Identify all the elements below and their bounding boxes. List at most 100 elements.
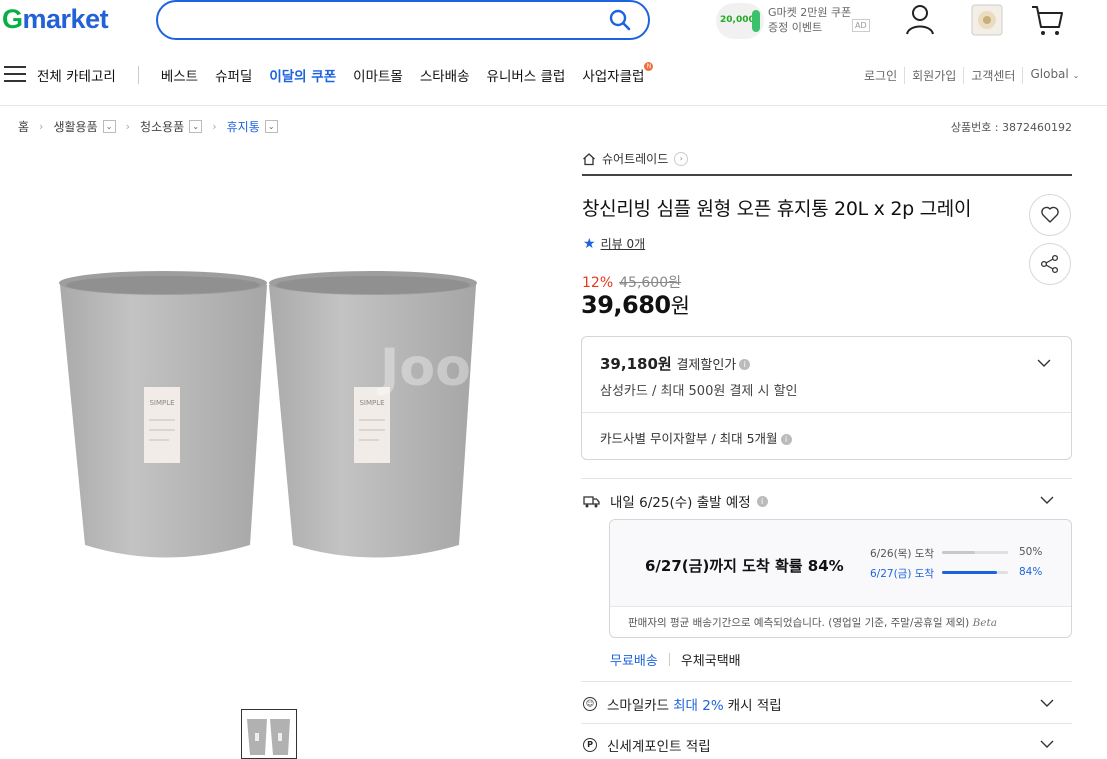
customer-center-link[interactable]: 고객센터 bbox=[963, 67, 1022, 84]
svg-text:SIMPLE: SIMPLE bbox=[359, 399, 384, 407]
divider bbox=[668, 653, 670, 666]
search-icon[interactable] bbox=[608, 8, 632, 32]
carrier-name: 우체국택배 bbox=[680, 654, 741, 669]
breadcrumb-item[interactable]: 청소용품 bbox=[140, 118, 184, 135]
truck-icon bbox=[583, 495, 600, 507]
product-title: 창신리빙 심플 원형 오픈 휴지통 20L x 2p 그레이 bbox=[582, 198, 972, 220]
chevron-right-icon: › bbox=[39, 120, 44, 133]
chevron-right-icon: › bbox=[212, 120, 217, 133]
wishlist-button[interactable] bbox=[1029, 194, 1071, 236]
gmarket-logo[interactable]: Gmarket bbox=[2, 4, 109, 35]
beta-label: Beta bbox=[972, 617, 997, 629]
chevron-right-icon: › bbox=[125, 120, 131, 133]
discount-row: 12% 45,600원 bbox=[582, 272, 681, 292]
share-icon bbox=[1040, 254, 1059, 274]
sale-price: 39,680원 bbox=[581, 291, 690, 319]
product-thumbnail[interactable] bbox=[241, 709, 297, 759]
shinsegae-point-row[interactable]: P 신세계포인트 적립 bbox=[583, 735, 711, 755]
global-link[interactable]: Global ⌄ bbox=[1022, 67, 1086, 84]
breadcrumb-item-current[interactable]: 휴지통 bbox=[227, 118, 260, 135]
seller-shop-link[interactable]: 슈어트레이드 › bbox=[582, 150, 689, 167]
watermark: Joo bbox=[377, 338, 471, 398]
nav-emart-mall[interactable]: 이마트몰 bbox=[353, 65, 403, 85]
review-count: 리뷰 0개 bbox=[600, 237, 646, 251]
product-main-image[interactable]: SIMPLE SIMPLE Joo bbox=[55, 265, 480, 565]
chevron-right-icon: › bbox=[674, 151, 689, 166]
delivery-estimate-box: 6/27(금)까지 도착 확률 84% 6/26(목) 도착 50% 6/27(… bbox=[609, 519, 1072, 638]
delivery-option-row: 무료배송 우체국택배 bbox=[610, 650, 741, 669]
svg-text:SIMPLE: SIMPLE bbox=[149, 399, 174, 407]
nav-divider bbox=[137, 66, 139, 84]
smile-card-reward-row[interactable]: ☺ 스마일카드 최대 2% 캐시 적립 bbox=[583, 694, 782, 714]
user-icon[interactable] bbox=[903, 2, 937, 36]
nav-best[interactable]: 베스트 bbox=[161, 65, 198, 85]
breadcrumb: 홈 › 생활용품 ⌄ › 청소용품 ⌄ › 휴지통 ⌄ bbox=[18, 118, 278, 135]
breadcrumb-home[interactable]: 홈 bbox=[18, 118, 29, 135]
breadcrumb-item[interactable]: 생활용품 bbox=[53, 118, 97, 135]
hamburger-menu-icon[interactable] bbox=[4, 66, 26, 84]
info-icon[interactable]: i bbox=[780, 434, 792, 445]
smile-icon: ☺ bbox=[583, 697, 597, 711]
chevron-down-icon[interactable] bbox=[1040, 737, 1054, 751]
nav-monthly-coupon[interactable]: 이달의 쿠폰 bbox=[269, 65, 336, 85]
login-link[interactable]: 로그인 bbox=[864, 67, 904, 84]
star-icon: ★ bbox=[583, 235, 596, 252]
trash-bin-left: SIMPLE bbox=[59, 271, 267, 558]
eta-row-date: 6/26(목) 도착 bbox=[870, 548, 935, 560]
coupon-badge: 20,000 bbox=[716, 3, 764, 39]
thumbnail-image bbox=[247, 719, 290, 755]
main-nav: 전체 카테고리 베스트 슈퍼딜 이달의 쿠폰 이마트몰 스타배송 유니버스 클럽… bbox=[37, 62, 661, 85]
eta-row-pct: 84% bbox=[1019, 566, 1043, 578]
card-benefit-box[interactable]: 39,180원 결제할인가 i 삼성카드 / 최대 500원 결제 시 할인 카드… bbox=[581, 336, 1072, 460]
ad-label: AD bbox=[852, 19, 870, 32]
site-header: Gmarket 20,000 G마켓 2만원 쿠폰 증정 이벤트 AD 전체 카… bbox=[0, 0, 1107, 106]
info-icon[interactable]: i bbox=[756, 495, 768, 507]
divider bbox=[582, 174, 1072, 176]
chevron-down-icon[interactable] bbox=[1040, 493, 1054, 507]
payment-discount-price: 39,180원 결제할인가 i bbox=[600, 353, 751, 374]
eta-progress-bar bbox=[942, 571, 1008, 574]
seller-name: 슈어트레이드 bbox=[602, 152, 669, 166]
trash-bin-right: SIMPLE bbox=[269, 271, 477, 558]
info-icon[interactable]: i bbox=[739, 359, 751, 370]
nav-universe-club[interactable]: 유니버스 클럽 bbox=[487, 65, 566, 85]
promo-line-1: G마켓 2만원 쿠폰 bbox=[768, 6, 852, 19]
divider bbox=[581, 681, 1072, 682]
chevron-down-icon[interactable] bbox=[1040, 696, 1054, 710]
dropdown-icon[interactable]: ⌄ bbox=[264, 120, 278, 133]
free-shipping-label: 무료배송 bbox=[610, 654, 658, 669]
eta-progress-bar bbox=[942, 551, 1008, 554]
eta-row-date: 6/27(금) 도착 bbox=[870, 568, 935, 580]
signup-link[interactable]: 회원가입 bbox=[904, 67, 963, 84]
recent-item-icon[interactable] bbox=[970, 3, 1004, 37]
promo-line-2: 증정 이벤트 bbox=[768, 21, 823, 34]
utility-links: 로그인 회원가입 고객센터 Global ⌄ bbox=[864, 67, 1086, 84]
chevron-down-icon: ⌄ bbox=[1072, 71, 1080, 80]
divider bbox=[581, 723, 1072, 724]
divider bbox=[582, 412, 1071, 413]
eta-row-pct: 50% bbox=[1019, 546, 1043, 558]
coupon-promo-banner[interactable]: 20,000 G마켓 2만원 쿠폰 증정 이벤트 AD bbox=[716, 3, 876, 39]
nav-superdeal[interactable]: 슈퍼딜 bbox=[215, 65, 252, 85]
review-link[interactable]: ★ 리뷰 0개 bbox=[583, 235, 645, 252]
dropdown-icon[interactable]: ⌄ bbox=[102, 120, 116, 133]
nav-star-delivery[interactable]: 스타배송 bbox=[420, 65, 470, 85]
share-button[interactable] bbox=[1029, 243, 1071, 285]
dispatch-text: 내일 6/25(수) 출발 예정 bbox=[610, 495, 751, 511]
shipping-dispatch-row[interactable]: 내일 6/25(수) 출발 예정 i bbox=[583, 491, 768, 511]
chevron-down-icon[interactable] bbox=[1037, 356, 1051, 370]
original-price: 45,600원 bbox=[619, 275, 681, 291]
product-number: 상품번호 : 3872460192 bbox=[950, 121, 1072, 134]
heart-icon bbox=[1041, 206, 1059, 223]
all-categories-link[interactable]: 전체 카테고리 bbox=[37, 65, 116, 85]
cart-icon[interactable] bbox=[1030, 3, 1064, 37]
home-icon bbox=[583, 152, 595, 165]
search-input[interactable] bbox=[156, 0, 650, 40]
nav-business-club[interactable]: 사업자클럽 N bbox=[582, 62, 654, 85]
eta-note: 판매자의 평균 배송기간으로 예측되었습니다. (영업일 기준, 주말/공휴일 … bbox=[628, 617, 997, 629]
divider bbox=[581, 478, 1072, 479]
dropdown-icon[interactable]: ⌄ bbox=[189, 120, 203, 133]
eta-headline: 6/27(금)까지 도착 확률 84% bbox=[645, 557, 844, 575]
installment-info: 카드사별 무이자할부 / 최대 5개월 i bbox=[600, 428, 792, 447]
discount-rate: 12% bbox=[582, 275, 614, 291]
